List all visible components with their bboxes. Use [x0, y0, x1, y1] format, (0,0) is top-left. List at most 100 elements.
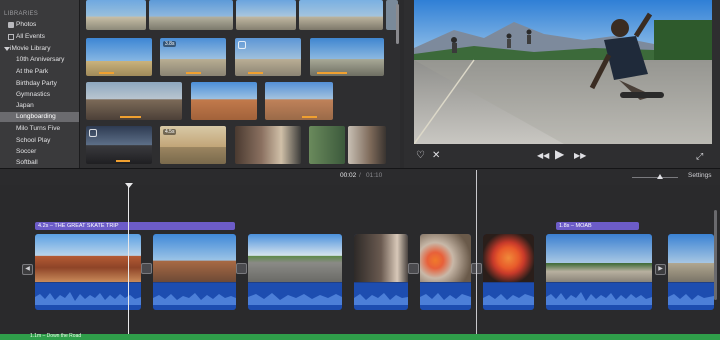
collapse-left-icon[interactable]: ◀	[22, 264, 33, 275]
transition-icon[interactable]	[141, 263, 152, 274]
favorite-badge-icon	[89, 129, 97, 137]
clip-audio	[668, 283, 714, 310]
photos-icon	[8, 22, 14, 28]
viewer-panel: ♡ ✕ ◀◀ ▶ ▶▶ ⤢	[404, 0, 720, 168]
collapse-right-icon[interactable]: ▶	[655, 264, 666, 275]
clip-thumbnail[interactable]: 4.5s	[160, 126, 226, 164]
sidebar-item-label: Birthday Party	[16, 80, 57, 87]
sidebar-item-event[interactable]: Japan	[0, 101, 79, 111]
sidebar-item-label: 10th Anniversary	[16, 56, 65, 63]
clip-audio	[420, 283, 471, 310]
sidebar-item-event[interactable]: At the Park	[0, 67, 79, 77]
clip-thumbnail[interactable]	[86, 0, 146, 30]
current-time: 00:02	[340, 172, 357, 179]
preview-image	[414, 0, 712, 144]
libraries-heading: LIBRARIES	[4, 11, 39, 17]
zoom-slider[interactable]	[632, 177, 678, 178]
progress-bar	[186, 72, 201, 74]
skip-forward-icon[interactable]: ▶▶	[574, 151, 586, 161]
browser-scrollbar[interactable]	[396, 4, 399, 44]
transition-icon[interactable]	[408, 263, 419, 274]
favorite-badge-icon	[238, 41, 246, 49]
sidebar-item-event[interactable]: Milo Turns Five	[0, 124, 79, 134]
sidebar-item-label: Longboarding	[16, 113, 56, 120]
duration-badge: 3.8s	[163, 41, 177, 47]
sidebar-item-label: Gymnastics	[16, 91, 50, 98]
timeline-clip[interactable]	[546, 234, 652, 310]
clip-thumbnail[interactable]	[86, 82, 182, 120]
sidebar-item-photos[interactable]: Photos	[0, 20, 79, 30]
expand-icon[interactable]: ⤢	[696, 151, 703, 161]
clip-video	[420, 234, 471, 282]
play-icon[interactable]: ▶	[555, 148, 564, 160]
progress-bar	[99, 72, 114, 74]
x-icon[interactable]: ✕	[432, 151, 440, 161]
clip-thumbnail[interactable]	[86, 38, 152, 76]
total-time: 01:10	[366, 172, 383, 179]
clip-thumbnail[interactable]	[299, 0, 383, 30]
timeline-clip[interactable]	[35, 234, 141, 310]
sidebar-item-label: Softball	[16, 159, 38, 166]
timeline-clip[interactable]	[483, 234, 534, 310]
clip-thumbnail[interactable]	[309, 126, 345, 164]
clip-audio	[248, 283, 342, 310]
sidebar-item-event[interactable]: 10th Anniversary	[0, 55, 79, 65]
clip-thumbnail[interactable]	[191, 82, 257, 120]
sidebar-item-event[interactable]: Softball	[0, 158, 79, 168]
audio-waveform	[248, 293, 342, 305]
timeline-clip[interactable]	[668, 234, 714, 310]
clip-thumbnail[interactable]	[149, 0, 233, 30]
sidebar-item-label: Soccer	[16, 148, 37, 155]
clip-thumbnail[interactable]	[235, 126, 301, 164]
preview-frame	[414, 0, 712, 144]
title-clip[interactable]: 4.2s – THE GREAT SKATE TRIP	[35, 222, 235, 230]
clip-audio	[546, 283, 652, 310]
heart-icon[interactable]: ♡	[416, 151, 425, 161]
sidebar-item-event[interactable]: Gymnastics	[0, 90, 79, 100]
duration-badge: 4.5s	[163, 129, 177, 135]
clip-thumbnail[interactable]: 3.8s	[160, 38, 226, 76]
clip-thumbnail[interactable]	[265, 82, 333, 120]
audio-waveform	[483, 294, 534, 305]
sidebar-item-event[interactable]: Soccer	[0, 147, 79, 157]
timeline-scrollbar[interactable]	[714, 210, 717, 300]
transition-icon[interactable]	[236, 263, 247, 274]
music-track-label: 1.1m – Down the Road	[30, 333, 82, 339]
sidebar-item-label: Photos	[16, 21, 37, 28]
sidebar-item-label: iMovie Library	[10, 45, 51, 52]
clip-thumbnail[interactable]	[236, 0, 296, 30]
sidebar-item-all-events[interactable]: All Events	[0, 32, 79, 42]
events-icon	[8, 34, 14, 40]
timeline-toolbar: 00:02 / 01:10 Settings	[0, 168, 720, 185]
timeline-clip[interactable]	[248, 234, 342, 310]
playhead[interactable]	[128, 186, 129, 340]
clip-thumbnail[interactable]	[86, 126, 152, 164]
audio-waveform	[668, 294, 714, 305]
timeline-clip[interactable]	[354, 234, 408, 310]
clip-thumbnail[interactable]	[235, 38, 301, 76]
zoom-slider-thumb[interactable]	[657, 174, 663, 179]
clip-thumbnail[interactable]	[348, 126, 386, 164]
sidebar-item-event[interactable]: Birthday Party	[0, 79, 79, 89]
sidebar-item-imovie-library[interactable]: iMovie Library	[0, 44, 79, 54]
playhead-handle-icon[interactable]	[125, 183, 133, 188]
sidebar-item-event-selected[interactable]: Longboarding	[0, 112, 79, 122]
timeline-clip[interactable]	[420, 234, 471, 310]
clip-video	[248, 234, 342, 282]
progress-bar	[302, 116, 318, 118]
sidebar-item-label: Milo Turns Five	[16, 125, 61, 132]
sidebar-item-label: All Events	[16, 33, 45, 40]
skimmer-line	[476, 170, 477, 340]
sidebar-item-label: Japan	[16, 102, 34, 109]
sidebar-item-event[interactable]: School Play	[0, 136, 79, 146]
time-separator: /	[359, 172, 361, 179]
clip-audio	[153, 283, 236, 310]
music-track[interactable]: 1.1m – Down the Road	[0, 333, 720, 340]
audio-waveform	[153, 293, 236, 305]
title-clip[interactable]: 1.8s – MOAB	[556, 222, 639, 230]
skip-back-icon[interactable]: ◀◀	[537, 151, 549, 161]
timeline-clip[interactable]	[153, 234, 236, 310]
settings-button[interactable]: Settings	[688, 172, 712, 179]
clip-thumbnail[interactable]	[310, 38, 384, 76]
progress-bar	[115, 160, 131, 162]
